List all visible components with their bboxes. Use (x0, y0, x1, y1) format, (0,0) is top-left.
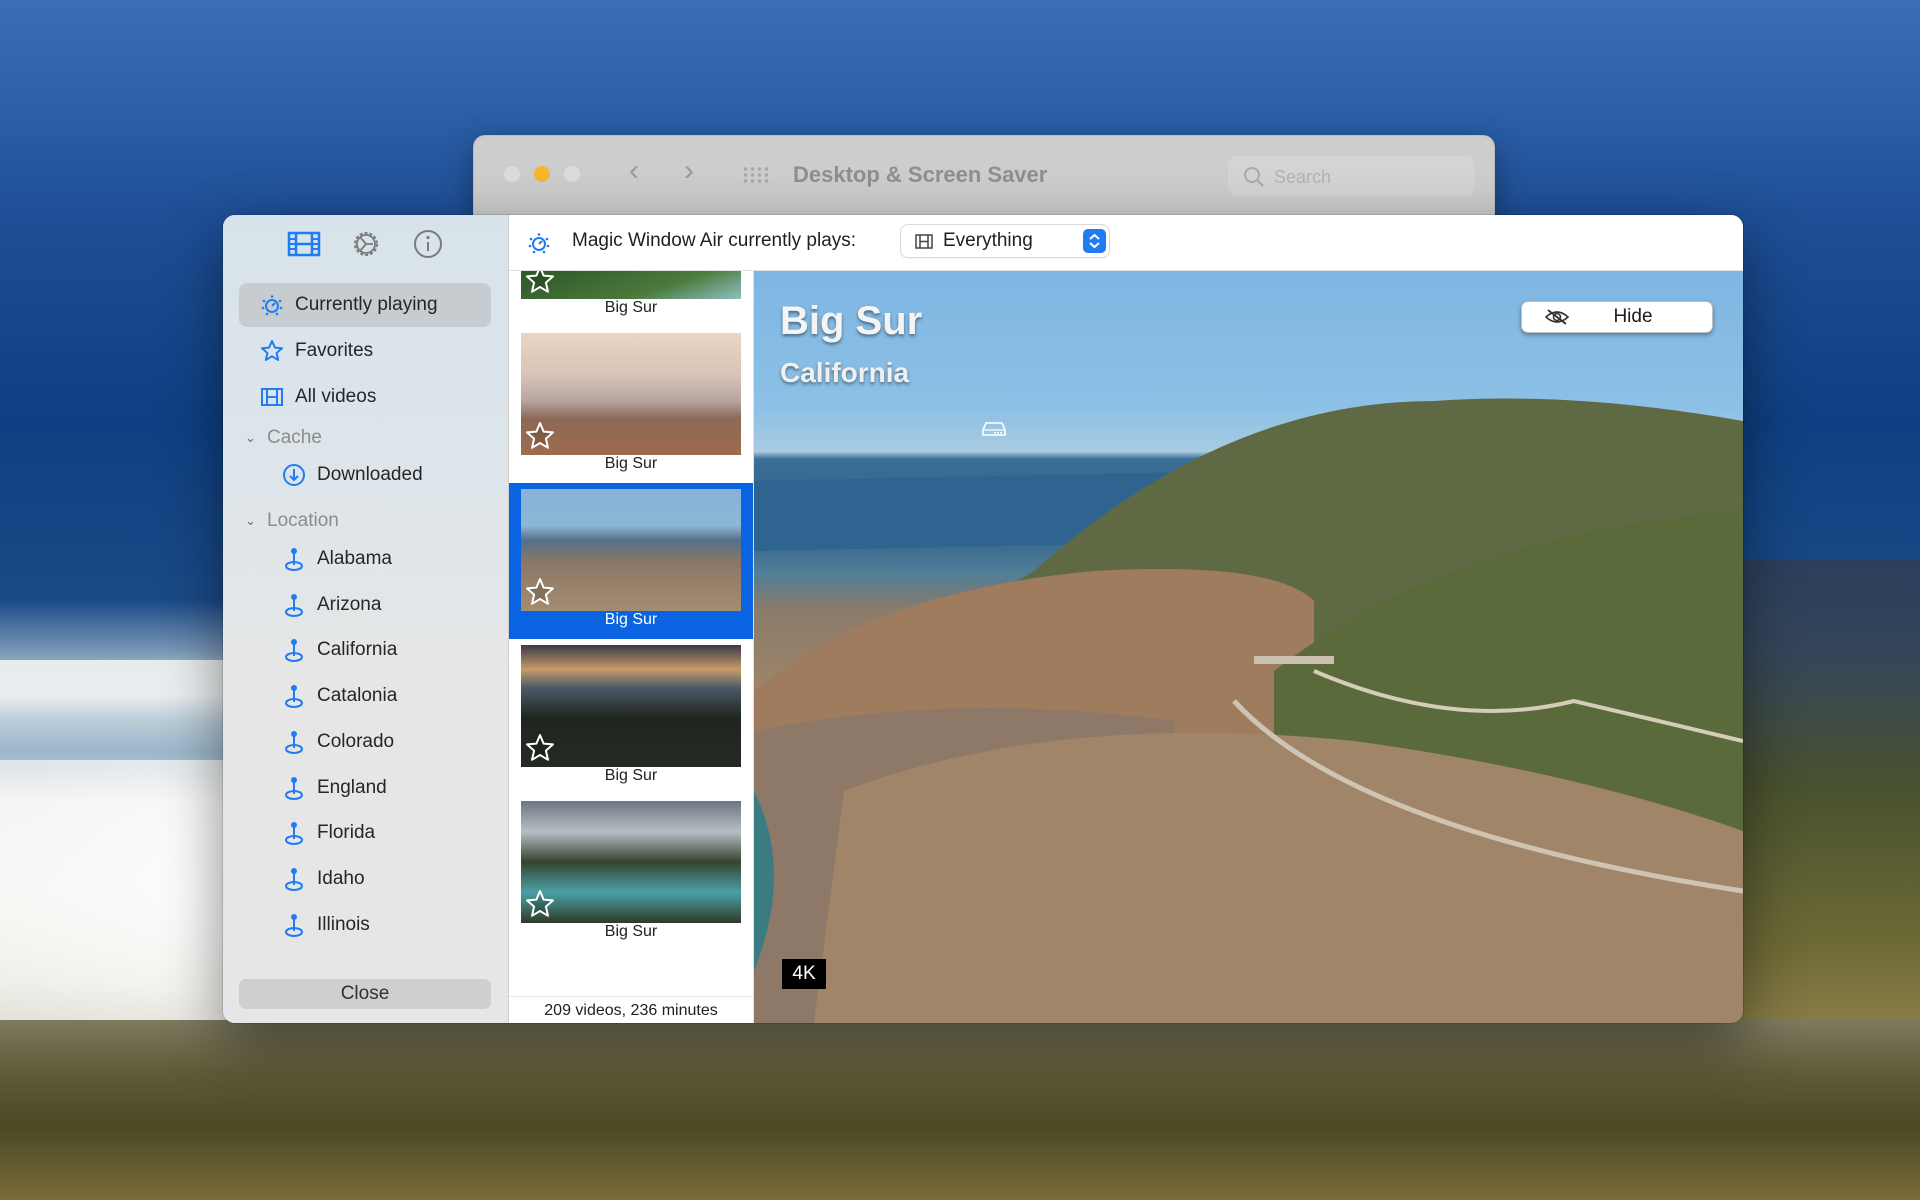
back-icon[interactable]: ‹ (629, 154, 639, 188)
sidebar-item-label: Downloaded (317, 464, 423, 485)
desktop-ground (0, 1020, 1920, 1200)
video-thumbnail-caption: Big Sur (604, 923, 658, 940)
info-icon[interactable] (411, 227, 445, 261)
sidebar-item-location[interactable]: Colorado (239, 720, 491, 764)
download-icon (281, 462, 307, 488)
hide-button-label: Hide (1613, 306, 1653, 327)
sidebar-item-label: All videos (295, 386, 377, 407)
sidebar-item-label: Idaho (317, 867, 365, 889)
sidebar-tabs (223, 227, 508, 267)
close-window-button[interactable] (504, 166, 520, 182)
magic-window-air-panel: Currently playing Favorites All videos ⌄… (223, 215, 1743, 1023)
cached-drive-icon (982, 422, 1006, 436)
location-pin-icon (281, 546, 307, 572)
location-pin-icon (281, 866, 307, 892)
search-placeholder: Search (1274, 167, 1332, 187)
video-title: Big Sur (780, 299, 923, 343)
favorite-star-icon[interactable] (525, 889, 555, 919)
currently-plays-label: Magic Window Air currently plays: (572, 230, 857, 251)
video-count-summary: 209 videos, 236 minutes (509, 996, 753, 1023)
sidebar-item-favorites[interactable]: Favorites (239, 329, 491, 373)
location-pin-icon (281, 775, 307, 801)
sidebar-item-label: Favorites (295, 340, 374, 361)
video-thumbnail-item[interactable]: Big Sur (509, 639, 753, 795)
sidebar-item-location[interactable]: Illinois (239, 903, 491, 947)
hide-button[interactable]: Hide (1521, 301, 1713, 333)
chevron-down-icon: ⌄ (245, 513, 256, 528)
sidebar-item-location[interactable]: Idaho (239, 857, 491, 901)
sidebar-item-location[interactable]: Alabama (239, 537, 491, 581)
video-thumbnail-image (521, 645, 741, 767)
section-header-cache[interactable]: ⌄ Cache (245, 427, 322, 449)
sidebar-item-location[interactable]: England (239, 766, 491, 810)
currently-playing-icon (259, 292, 285, 318)
sidebar-item-label: Arizona (317, 593, 382, 615)
sidebar-item-label: Colorado (317, 730, 395, 752)
gear-icon[interactable] (349, 227, 383, 261)
sidebar-item-downloaded[interactable]: Downloaded (239, 453, 491, 497)
video-thumbnail-caption: Big Sur (604, 767, 658, 784)
search-field[interactable]: Search (1228, 156, 1474, 196)
sidebar-item-label: Currently playing (295, 294, 438, 315)
sidebar-item-label: Alabama (317, 548, 392, 569)
sidebar-item-label: England (317, 776, 387, 798)
video-thumbnail-item[interactable]: Big Sur (509, 483, 753, 639)
video-thumbnail-item[interactable]: Big Sur (509, 327, 753, 483)
sidebar-item-all-videos[interactable]: All videos (239, 375, 491, 419)
favorite-star-icon[interactable] (525, 421, 555, 451)
sidebar-item-location[interactable]: California (239, 628, 491, 672)
sidebar-item-label: Illinois (317, 913, 370, 935)
location-pin-icon (281, 592, 307, 618)
favorite-star-icon[interactable] (525, 733, 555, 763)
video-preview: Big Sur California Hide 4K (754, 271, 1743, 1023)
video-thumbnail-caption: Big Sur (604, 611, 658, 628)
show-all-grid-icon[interactable] (742, 166, 770, 184)
video-thumbnail-image (521, 489, 741, 611)
sidebar-item-currently-playing[interactable]: Currently playing (239, 283, 491, 327)
location-pin-icon (281, 683, 307, 709)
favorite-star-icon[interactable] (525, 577, 555, 607)
sidebar-item-label: Florida (317, 822, 376, 844)
chevron-up-down-icon (1083, 229, 1106, 253)
sidebar: Currently playing Favorites All videos ⌄… (223, 215, 509, 1023)
video-thumbnail-item[interactable]: Big Sur (509, 795, 753, 951)
quality-badge: 4K (782, 959, 826, 989)
video-thumbnail-list[interactable]: Big Sur Big Sur Big Sur Big Sur Big Sur 209 … (509, 271, 754, 1023)
film-icon (259, 384, 285, 410)
video-thumbnail-item[interactable]: Big Sur (509, 271, 753, 327)
location-pin-icon (281, 820, 307, 846)
video-thumbnail-image (521, 333, 741, 455)
zoom-window-button[interactable] (564, 166, 580, 182)
video-thumbnail-image (521, 801, 741, 923)
playback-header: Magic Window Air currently plays: Everyt… (509, 215, 1743, 271)
location-pin-icon (281, 637, 307, 663)
location-pin-icon (281, 729, 307, 755)
video-thumbnail-caption: Big Sur (604, 455, 658, 472)
section-header-location[interactable]: ⌄ Location (245, 510, 339, 532)
film-icon[interactable] (287, 227, 321, 261)
forward-icon[interactable]: › (684, 154, 694, 188)
location-pin-icon (281, 912, 307, 938)
section-header-label: Location (267, 510, 339, 531)
video-thumbnail-caption: Big Sur (604, 299, 658, 316)
section-header-label: Cache (267, 427, 322, 448)
chevron-down-icon: ⌄ (245, 430, 256, 445)
sidebar-item-location[interactable]: Catalonia (239, 674, 491, 718)
sidebar-item-label: California (317, 639, 398, 661)
close-button[interactable]: Close (239, 979, 491, 1009)
favorite-star-icon[interactable] (525, 271, 555, 295)
sidebar-item-label: Catalonia (317, 685, 398, 707)
video-thumbnail-image (521, 271, 741, 299)
sidebar-item-location[interactable]: Florida (239, 811, 491, 855)
star-icon (259, 338, 285, 364)
currently-playing-icon (528, 233, 550, 254)
minimize-window-button[interactable] (534, 166, 550, 182)
video-location: California (780, 357, 910, 388)
playlist-select[interactable]: Everything (901, 225, 1109, 257)
sidebar-item-location[interactable]: Arizona (239, 583, 491, 627)
film-icon (915, 234, 933, 249)
window-title: Desktop & Screen Saver (793, 162, 1048, 187)
search-icon (1244, 167, 1264, 187)
playlist-select-value: Everything (943, 230, 1033, 251)
